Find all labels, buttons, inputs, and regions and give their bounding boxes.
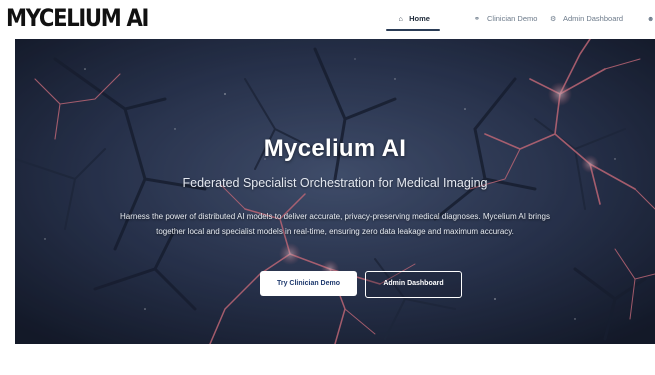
stethoscope-icon: ⚭ (474, 16, 480, 23)
page-bottom-area (0, 344, 655, 375)
nav-home-label: Home (409, 14, 430, 23)
gear-icon: ⚙ (550, 16, 557, 23)
nav-user[interactable]: ☻ (647, 9, 655, 31)
user-icon: ☻ (647, 16, 655, 23)
try-clinician-demo-button[interactable]: Try Clinician Demo (260, 271, 357, 296)
hero-section: Mycelium AI Federated Specialist Orchest… (15, 39, 655, 344)
nav-home[interactable]: ⌂ Home (386, 9, 440, 31)
home-icon: ⌂ (398, 16, 403, 23)
nav-clinician-demo[interactable]: ⚭ Clinician Demo (474, 9, 537, 31)
hero-title: Mycelium AI (263, 135, 407, 162)
hero-content: Mycelium AI Federated Specialist Orchest… (15, 39, 655, 344)
admin-dashboard-button[interactable]: Admin Dashboard (365, 271, 462, 298)
left-margin (0, 37, 15, 344)
top-navigation-bar: MYCELIUM AI ⌂ Home ⚭ Clinician Demo ⚙ Admin… (0, 0, 655, 37)
nav-admin-dashboard[interactable]: ⚙ Admin Dashboard (550, 9, 623, 31)
nav-clinician-label: Clinician Demo (487, 14, 538, 23)
hero-subtitle: Federated Specialist Orchestration for M… (182, 176, 488, 190)
nav-admin-label: Admin Dashboard (563, 14, 624, 23)
brand-logo[interactable]: MYCELIUM AI (6, 4, 149, 32)
hero-description: Harness the power of distributed AI mode… (120, 212, 550, 236)
